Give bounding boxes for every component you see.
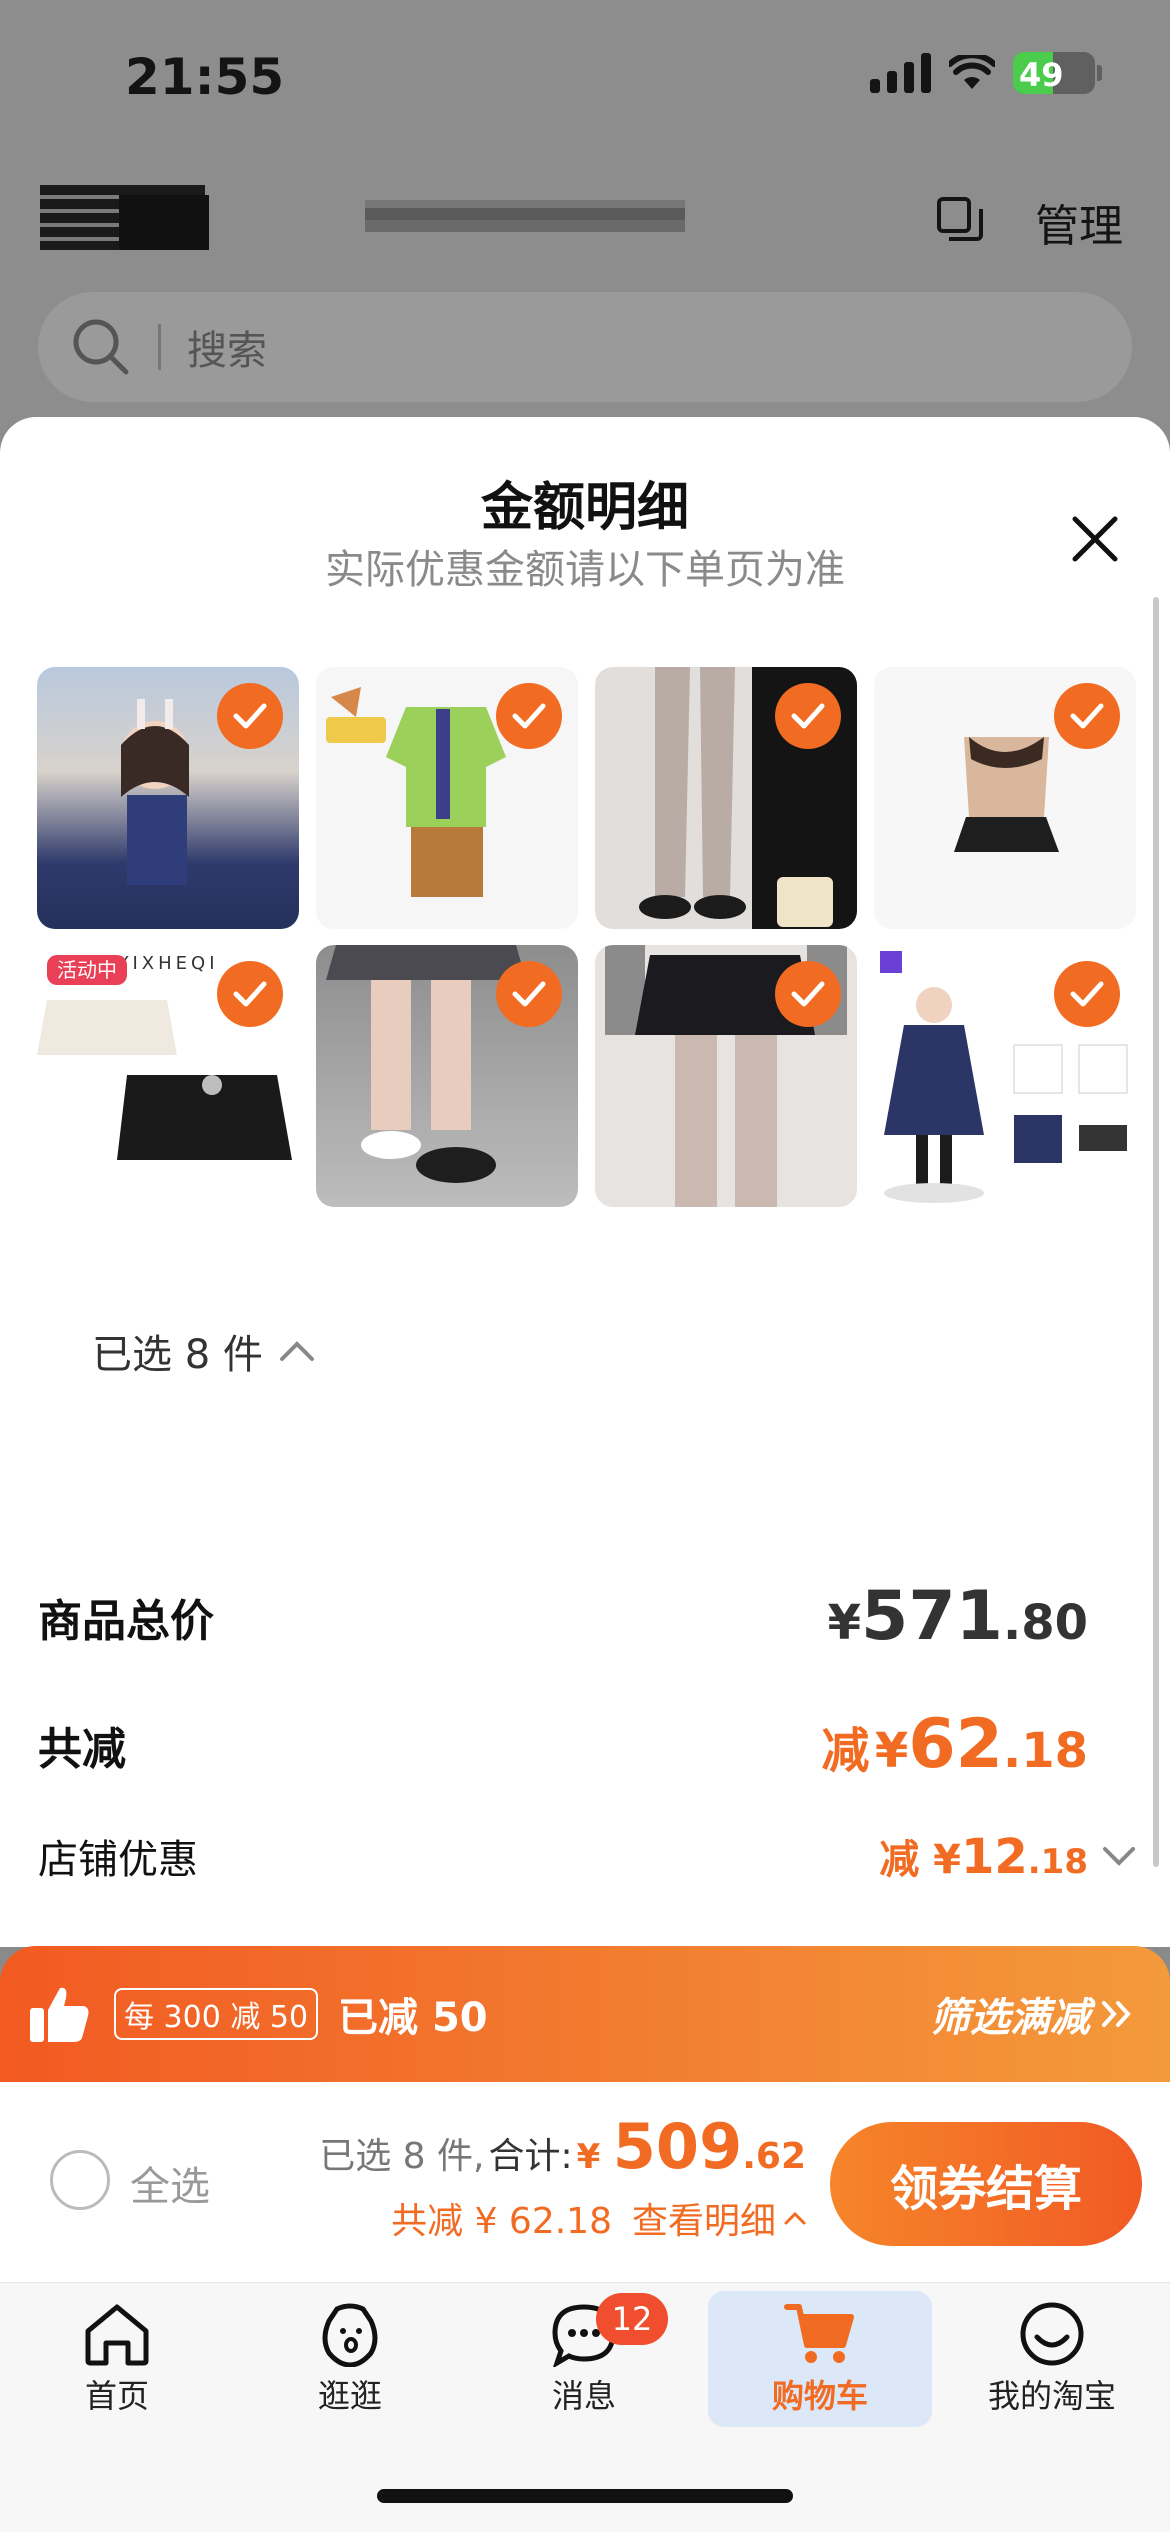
checkout-bar: 全选 已选 8 件, 合计: ¥ 509.62 共减 ¥ 62.18 查看明细 … — [0, 2082, 1170, 2282]
total-discount-label: 共减 — [38, 1723, 126, 1775]
product-thumb-3[interactable] — [595, 667, 857, 929]
thumbs-up-icon — [30, 1987, 89, 2042]
chevron-up-icon — [279, 1341, 314, 1361]
select-all-label[interactable]: 全选 — [130, 2154, 210, 2212]
promo-banner: 每 300 减 50 已减 50 筛选满减 — [0, 1946, 1170, 2082]
checked-icon[interactable] — [496, 961, 562, 1027]
checked-icon[interactable] — [496, 683, 562, 749]
profile-icon — [1020, 2302, 1084, 2366]
tab-explore[interactable]: 逛逛 — [238, 2291, 462, 2427]
total-discount-value: 减 ¥62.18 — [821, 1705, 1088, 1784]
home-indicator — [377, 2489, 793, 2503]
promo-applied: 已减 50 — [338, 1995, 488, 2041]
checkout-total: ¥ 509.62 — [576, 2110, 806, 2183]
sheet-subtitle: 实际优惠金额请以下单页为准 — [325, 547, 845, 593]
checked-icon[interactable] — [217, 683, 283, 749]
search-bar[interactable]: 搜索 — [38, 292, 1132, 402]
shop-logo-redacted — [40, 185, 209, 250]
signal-icon — [870, 53, 931, 93]
shop-discount-label: 店铺优惠 — [38, 1837, 198, 1883]
total-price-row: 商品总价 ¥571.80 — [38, 1577, 1088, 1656]
battery-icon: 49 — [1013, 52, 1102, 94]
product-thumb-5[interactable]: YIXHEQI 活动中 — [37, 945, 299, 1207]
filter-promo-label: 筛选满减 — [930, 1995, 1090, 2041]
discount-summary: 共减 ¥ 62.18 查看明细 — [391, 2192, 806, 2244]
discount-text: 共减 ¥ 62.18 — [391, 2201, 612, 2242]
tab-messages[interactable]: 消息 12 — [472, 2291, 696, 2427]
checkout-summary: 已选 8 件, 合计: ¥ 509.62 — [319, 2110, 806, 2183]
product-thumb-8[interactable] — [874, 945, 1136, 1207]
activity-badge: 活动中 — [47, 955, 127, 985]
status-icons: 49 — [870, 52, 1102, 94]
sum-label: 合计: — [488, 2136, 573, 2177]
status-time: 21:55 — [125, 48, 285, 106]
total-discount-row: 共减 减 ¥62.18 — [38, 1705, 1088, 1784]
search-placeholder: 搜索 — [187, 328, 267, 374]
tab-cart[interactable]: 购物车 — [708, 2291, 932, 2427]
tab-bar: 首页 逛逛 消息 12 购物车 我的淘宝 — [0, 2282, 1170, 2532]
double-chevron-right-icon — [1102, 2001, 1131, 2027]
shop-discount-row[interactable]: 店铺优惠 减 ¥12.18 — [38, 1827, 1136, 1885]
checked-icon[interactable] — [775, 961, 841, 1027]
explore-icon — [322, 2303, 378, 2367]
scrollbar[interactable] — [1153, 597, 1159, 1867]
total-price-value: ¥571.80 — [827, 1577, 1088, 1656]
product-thumb-7[interactable] — [595, 945, 857, 1207]
copy-icon[interactable] — [935, 195, 985, 243]
selected-count-label: 已选 8 件 — [92, 1332, 263, 1378]
product-thumb-4[interactable] — [874, 667, 1136, 929]
shop-name-redacted — [365, 200, 685, 232]
select-all-radio[interactable] — [50, 2150, 110, 2210]
filter-promo-button[interactable]: 筛选满减 — [930, 1985, 1134, 2043]
product-thumb-1[interactable] — [37, 667, 299, 929]
background-cart-header: 21:55 49 管理 搜索 — [0, 0, 1170, 440]
selected-items: 已选 8 件, — [319, 2136, 485, 2177]
product-grid: YIXHEQI 活动中 — [37, 667, 1136, 1207]
checked-icon[interactable] — [775, 683, 841, 749]
search-icon — [73, 319, 129, 375]
checkout-button[interactable]: 领券结算 — [830, 2122, 1142, 2246]
chevron-up-icon — [784, 2211, 806, 2225]
cart-icon — [784, 2304, 854, 2363]
product-thumb-2[interactable] — [316, 667, 578, 929]
tab-home[interactable]: 首页 — [5, 2291, 229, 2427]
shop-discount-value: 减 ¥12.18 — [879, 1829, 1088, 1885]
total-price-label: 商品总价 — [38, 1595, 214, 1647]
checked-icon[interactable] — [217, 961, 283, 1027]
message-badge: 12 — [596, 2293, 668, 2345]
tab-my-taobao[interactable]: 我的淘宝 — [940, 2291, 1164, 2427]
checked-icon[interactable] — [1054, 961, 1120, 1027]
amount-details-sheet: 金额明细 实际优惠金额请以下单页为准 YIXHEQI 活动中 已选 8 件 商品… — [0, 417, 1170, 1947]
home-icon — [85, 2304, 149, 2366]
manage-button[interactable]: 管理 — [1035, 190, 1123, 254]
promo-rule-tag: 每 300 减 50 — [114, 1988, 319, 2040]
close-icon[interactable] — [1065, 509, 1125, 569]
wifi-icon — [949, 55, 995, 89]
chevron-down-icon — [1103, 1847, 1135, 1866]
sheet-title: 金额明细 — [480, 478, 689, 538]
selected-count-toggle[interactable]: 已选 8 件 — [92, 1322, 315, 1380]
view-detail-link[interactable]: 查看明细 — [632, 2192, 806, 2244]
product-thumb-6[interactable] — [316, 945, 578, 1207]
checked-icon[interactable] — [1054, 683, 1120, 749]
battery-level: 49 — [1019, 56, 1064, 94]
